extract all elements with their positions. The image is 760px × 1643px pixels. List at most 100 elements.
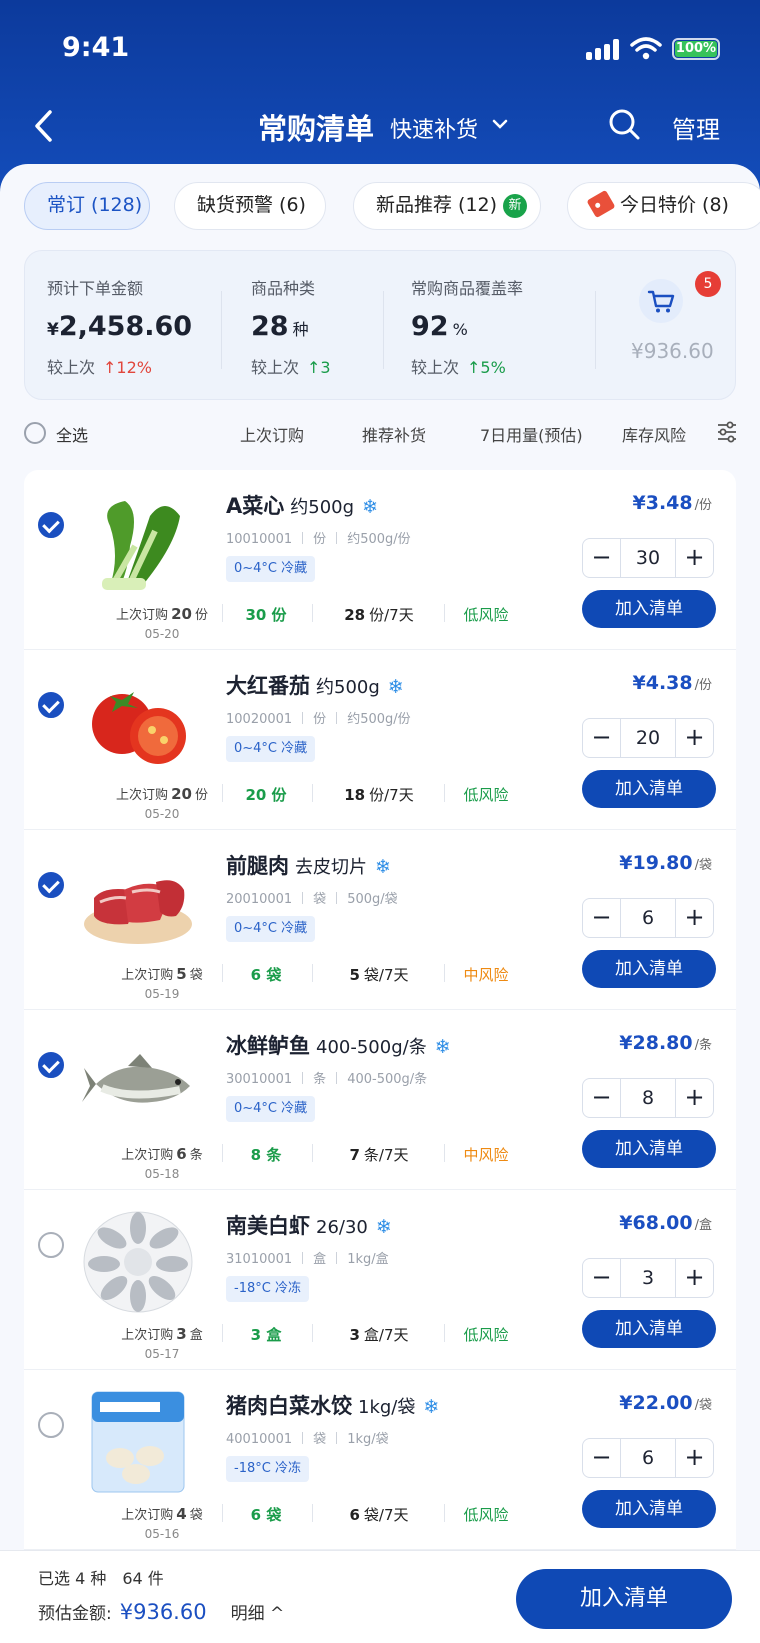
decrease-button[interactable]: − (583, 1259, 621, 1297)
product-row: A菜心 约500g ❄ 10010001 份 约500g/份 0~4°C 冷藏 上次订购… (24, 470, 736, 650)
column-usage[interactable]: 7日用量(预估) (480, 422, 583, 446)
page-title: 常购清单 (258, 112, 375, 146)
product-spec: 约500g (316, 677, 380, 698)
product-spec: 约500g (290, 497, 355, 518)
column-last-order[interactable]: 上次订购 (240, 422, 304, 446)
add-all-button[interactable]: 加入清单 (516, 1569, 732, 1629)
quantity-value[interactable]: 6 (621, 1439, 675, 1477)
increase-button[interactable]: + (675, 899, 713, 937)
divider (222, 1144, 223, 1162)
increase-button[interactable]: + (675, 1079, 713, 1117)
last-order: 上次订购 3 盒 05-17 (102, 1324, 222, 1361)
last-order-label: 上次订购 (121, 1328, 174, 1343)
add-to-list-button[interactable]: 加入清单 (582, 770, 716, 808)
item-checkbox[interactable] (38, 1412, 64, 1438)
increase-button[interactable]: + (675, 1259, 713, 1297)
increase-button[interactable]: + (675, 719, 713, 757)
snowflake-icon: ❄ (387, 676, 404, 698)
add-to-list-button[interactable]: 加入清单 (582, 1310, 716, 1348)
quantity-value[interactable]: 8 (621, 1079, 675, 1117)
decrease-button[interactable]: − (583, 899, 621, 937)
last-order-date: 05-19 (144, 987, 180, 1001)
product-image[interactable] (80, 1206, 196, 1316)
compare-label: 较上次 (251, 358, 300, 377)
usage-unit: 条/7天 (363, 1146, 409, 1164)
back-icon[interactable] (32, 108, 56, 144)
quantity-value[interactable]: 30 (621, 539, 675, 577)
select-all-label[interactable]: 全选 (56, 422, 88, 446)
search-icon[interactable] (608, 108, 640, 140)
add-to-list-button[interactable]: 加入清单 (582, 590, 716, 628)
column-risk[interactable]: 库存风险 (622, 422, 686, 446)
stat-coverage: 常购商品覆盖率 92% 较上次 ↑5% (411, 275, 523, 378)
tab-label: 新品推荐 (12) (376, 194, 498, 216)
product-image[interactable] (80, 1386, 196, 1496)
add-to-list-button[interactable]: 加入清单 (582, 1130, 716, 1168)
stat-unit: % (452, 320, 468, 339)
quantity-stepper: − 6 + (582, 1438, 714, 1478)
item-checkbox[interactable] (38, 692, 64, 718)
quantity-value[interactable]: 20 (621, 719, 675, 757)
product-meta: 10010001 份 约500g/份 (226, 528, 411, 547)
add-to-list-button[interactable]: 加入清单 (582, 950, 716, 988)
tab-special[interactable]: 今日特价 (8) (567, 182, 760, 230)
weekly-usage: 18 份/7天 (324, 784, 434, 805)
price-value: ¥22.00 (619, 1392, 693, 1414)
cart-button[interactable] (639, 279, 683, 323)
product-image[interactable] (80, 666, 196, 776)
product-unit: 份 (313, 532, 327, 547)
product-name[interactable]: 南美白虾 26/30 ❄ (226, 1210, 392, 1240)
product-spec: 1kg/袋 (358, 1397, 416, 1418)
decrease-button[interactable]: − (583, 719, 621, 757)
select-all-checkbox[interactable] (24, 422, 46, 444)
price-value: ¥3.48 (632, 492, 693, 514)
stat-label: 商品种类 (251, 279, 316, 298)
increase-button[interactable]: + (675, 539, 713, 577)
quantity-value[interactable]: 6 (621, 899, 675, 937)
price-value: ¥28.80 (619, 1032, 693, 1054)
last-order-label: 上次订购 (121, 1148, 174, 1163)
last-order-label: 上次订购 (116, 608, 169, 623)
item-checkbox[interactable] (38, 872, 64, 898)
product-unit: 盒 (313, 1252, 327, 1267)
stat-value: 28 (251, 311, 289, 342)
decrease-button[interactable]: − (583, 539, 621, 577)
product-name[interactable]: 冰鲜鲈鱼 400-500g/条 ❄ (226, 1030, 451, 1060)
stock-risk: 低风险 (463, 786, 509, 804)
item-checkbox[interactable] (38, 512, 64, 538)
product-image[interactable] (80, 846, 196, 956)
product-title: 大红番茄 (226, 674, 310, 698)
divider (444, 964, 445, 982)
product-image[interactable] (80, 1026, 196, 1136)
item-checkbox[interactable] (38, 1232, 64, 1258)
divider (444, 604, 445, 622)
column-recommend[interactable]: 推荐补货 (362, 422, 426, 446)
increase-button[interactable]: + (675, 1439, 713, 1477)
add-to-list-button[interactable]: 加入清单 (582, 1490, 716, 1528)
tab-new[interactable]: 新品推荐 (12) 新 (353, 182, 541, 230)
tab-regular[interactable]: 常订 (128) (24, 182, 150, 230)
product-image[interactable] (80, 486, 196, 596)
decrease-button[interactable]: − (583, 1439, 621, 1477)
product-name[interactable]: 大红番茄 约500g ❄ (226, 670, 404, 700)
stat-value: 92 (411, 311, 449, 342)
tab-shortage[interactable]: 缺货预警 (6) (174, 182, 326, 230)
content-sheet: 常订 (128) 缺货预警 (6) 新品推荐 (12) 新 今日特价 (8) 预计… (0, 164, 760, 1643)
chevron-down-icon[interactable] (492, 118, 508, 130)
last-order-qty: 20 (171, 785, 192, 803)
manage-button[interactable]: 管理 (672, 110, 720, 145)
usage-qty: 5 (349, 966, 360, 984)
product-name[interactable]: 前腿肉 去皮切片 ❄ (226, 850, 391, 880)
product-name[interactable]: A菜心 约500g ❄ (226, 490, 378, 520)
decrease-button[interactable]: − (583, 1079, 621, 1117)
product-name[interactable]: 猪肉白菜水饺 1kg/袋 ❄ (226, 1390, 439, 1420)
mode-dropdown[interactable]: 快速补货 (390, 112, 478, 144)
detail-toggle[interactable]: 明细 ^ (231, 1604, 285, 1624)
quantity-value[interactable]: 3 (621, 1259, 675, 1297)
item-checkbox[interactable] (38, 1052, 64, 1078)
filter-settings-icon[interactable] (716, 420, 738, 444)
estimate-amount: ¥936.60 (119, 1600, 207, 1624)
usage-unit: 份/7天 (369, 786, 414, 804)
selected-summary: 已选 4 种 64 件 (38, 1569, 164, 1588)
stock-risk: 中风险 (463, 966, 509, 984)
